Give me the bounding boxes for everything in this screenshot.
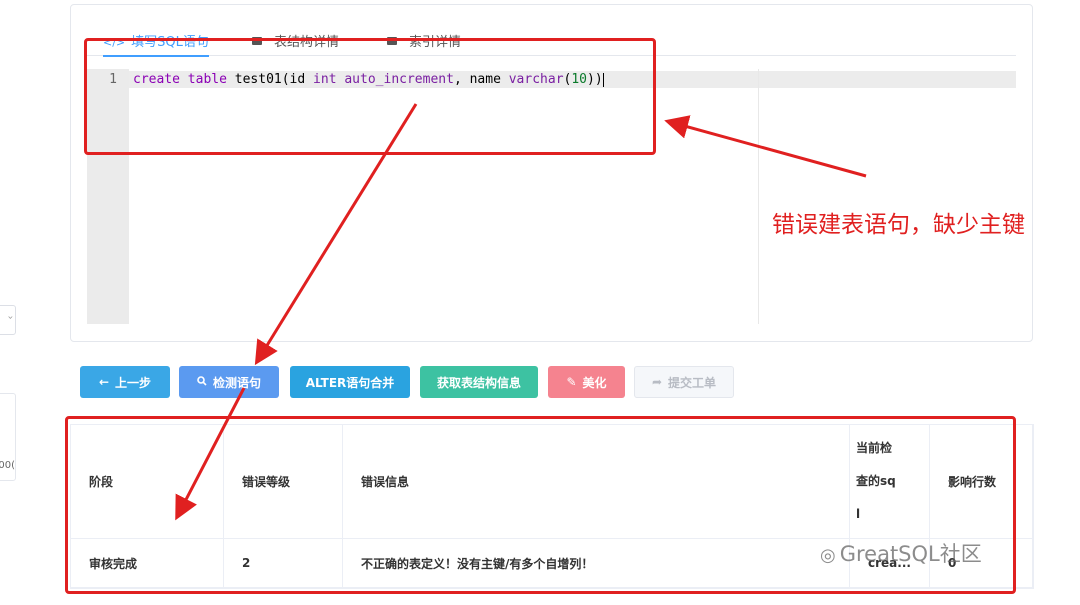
pen-icon: ✎ bbox=[566, 375, 577, 389]
annotation-text: 错误建表语句，缺少主键 bbox=[772, 212, 1025, 238]
button-label: 获取表结构信息 bbox=[436, 375, 521, 390]
submit-ticket-button[interactable]: ➦ 提交工单 bbox=[634, 366, 734, 398]
beautify-button[interactable]: ✎ 美化 bbox=[548, 366, 625, 398]
button-label: 上一步 bbox=[115, 375, 152, 390]
button-label: 检测语句 bbox=[212, 375, 261, 390]
button-label: 提交工单 bbox=[668, 375, 717, 390]
left-fragment-text: 00( bbox=[0, 460, 15, 471]
chevron-down-icon: › bbox=[4, 315, 16, 320]
highlight-box-sql-editor bbox=[84, 38, 656, 155]
left-select-fragment[interactable]: › bbox=[0, 305, 16, 335]
share-icon: ➦ bbox=[651, 375, 663, 389]
wechat-icon: ◎ bbox=[820, 545, 836, 566]
button-label: ALTER语句合并 bbox=[305, 375, 395, 390]
watermark: ◎ GreatSQL社区 bbox=[820, 538, 982, 568]
watermark-text: GreatSQL社区 bbox=[839, 542, 982, 566]
search-icon bbox=[197, 375, 207, 389]
check-statement-button[interactable]: 检测语句 bbox=[179, 366, 279, 398]
button-label: 美化 bbox=[582, 375, 607, 390]
arrow-left-icon: ← bbox=[98, 375, 110, 389]
alter-merge-button[interactable]: ALTER语句合并 bbox=[290, 366, 410, 398]
prev-step-button[interactable]: ← 上一步 bbox=[80, 366, 170, 398]
print-margin bbox=[758, 69, 759, 324]
left-panel-fragment: 00( bbox=[0, 393, 16, 481]
get-table-structure-button[interactable]: 获取表结构信息 bbox=[420, 366, 538, 398]
